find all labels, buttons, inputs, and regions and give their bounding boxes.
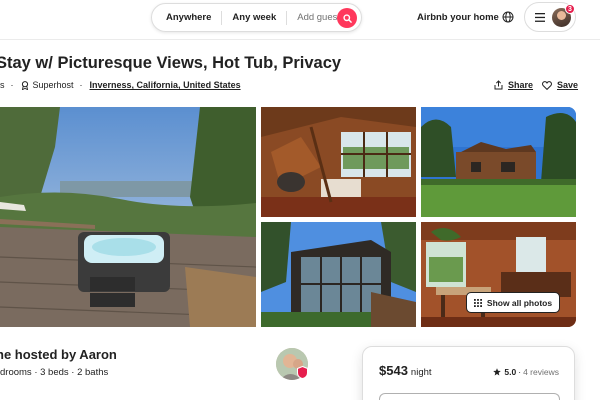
airbnb-your-home-link[interactable]: Airbnb your home [417,12,499,23]
medal-icon [21,80,28,90]
search-dates[interactable]: Any week [222,12,276,23]
search-icon [342,13,352,23]
booking-card: $543 night 5.0 · 4 reviews [362,346,575,400]
share-label: Share [508,80,534,90]
rating-separator: · [518,367,522,377]
nightly-price: $543 night [379,363,432,378]
grid-icon [473,298,482,307]
notification-badge: 3 [565,4,575,14]
hamburger-icon [535,13,545,22]
user-menu-button[interactable]: 3 [524,2,576,32]
listing-meta: s · Superhost · Inverness, California, U… [0,80,241,90]
location-link[interactable]: Inverness, California, United States [90,80,241,90]
rating-summary: 5.0 · 4 reviews [493,367,559,377]
listing-details: drooms · 3 beds · 2 baths [0,367,109,378]
top-nav: Anywhere Any week Add guests Airbnb your… [0,0,600,40]
superhost-badge-icon [297,366,308,379]
globe-icon[interactable] [502,11,514,23]
save-label: Save [557,80,579,90]
rating-score: 5.0 [504,367,517,377]
photo-interior-windows[interactable] [261,107,416,217]
share-icon [494,80,503,90]
price-amount: $543 [379,363,408,378]
search-button[interactable] [337,8,357,28]
photo-main-deck-hot-tub[interactable] [0,107,256,327]
heart-icon [542,80,552,90]
listing-title: Stay w/ Picturesque Views, Hot Tub, Priv… [0,54,342,72]
meta-separator: · [10,80,14,90]
reviews-fragment[interactable]: s [0,80,5,90]
photo-glass-facade[interactable] [261,222,416,327]
show-all-photos-label: Show all photos [486,297,553,308]
search-location[interactable]: Anywhere [152,12,211,23]
price-unit: night [410,367,432,378]
star-icon [493,368,502,376]
meta-separator: · [79,80,83,90]
search-bar[interactable]: Anywhere Any week Add guests [151,3,362,32]
reviews-count-link[interactable]: 4 reviews [523,367,559,377]
superhost-label: Superhost [32,80,74,90]
share-button[interactable]: Share [494,80,533,90]
save-button[interactable]: Save [542,80,578,90]
hosted-by-heading: ne hosted by Aaron [0,347,117,362]
photo-exterior-house[interactable] [421,107,576,217]
show-all-photos-button[interactable]: Show all photos [466,292,560,313]
check-in-field[interactable] [379,393,560,400]
